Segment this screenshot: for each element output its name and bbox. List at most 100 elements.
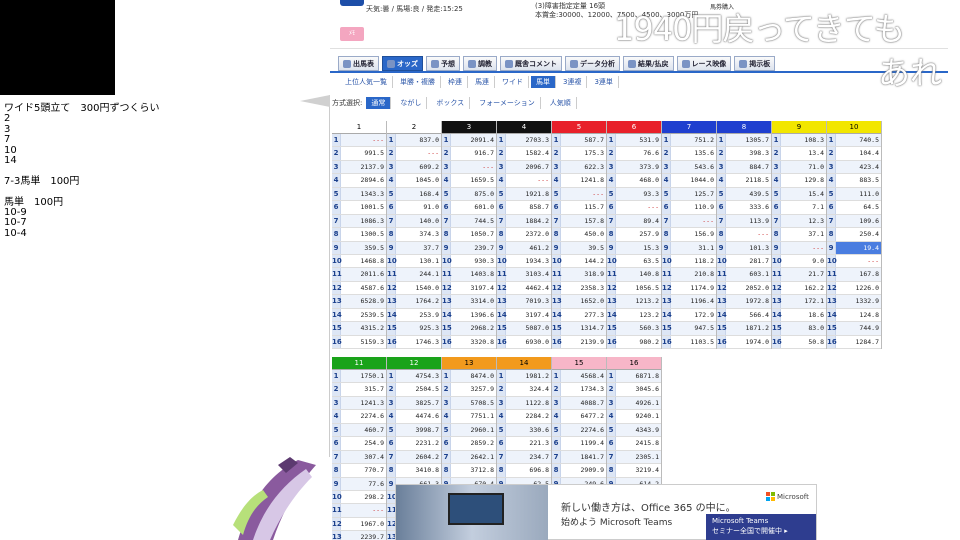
odds-value[interactable]: 1841.7 [561, 451, 606, 463]
odds-value[interactable]: 1750.1 [341, 370, 386, 382]
odds-row[interactable]: 8 1050.7 [442, 228, 496, 242]
odds-value[interactable]: 31.1 [671, 242, 716, 254]
odds-row[interactable]: 2 175.3 [552, 147, 606, 161]
odds-row[interactable]: 2 3045.6 [607, 383, 661, 397]
odds-value[interactable]: 2909.9 [561, 464, 606, 476]
odds-row[interactable]: 14 172.9 [662, 308, 716, 323]
odds-row[interactable]: 4 883.5 [827, 174, 881, 188]
odds-value[interactable]: 1972.8 [726, 295, 771, 307]
odds-value[interactable]: 108.3 [781, 134, 826, 146]
odds-row[interactable]: 2 398.3 [717, 147, 771, 161]
odds-row[interactable]: 16 1103.5 [662, 335, 716, 349]
odds-value[interactable]: 3045.6 [616, 383, 661, 395]
odds-row[interactable]: 16 980.2 [607, 335, 661, 349]
odds-value[interactable]: --- [341, 134, 386, 146]
odds-row[interactable]: 12 1967.0 [332, 517, 386, 532]
odds-value[interactable]: 1226.0 [836, 282, 881, 294]
odds-row[interactable]: 5 330.6 [497, 423, 551, 438]
odds-value[interactable]: --- [726, 228, 771, 240]
odds-row[interactable]: 10 1934.3 [497, 254, 551, 269]
odds-row[interactable]: 13 1332.9 [827, 295, 881, 309]
odds-row[interactable]: 13 172.1 [772, 295, 826, 309]
odds-row[interactable]: 5 1921.8 [497, 187, 551, 202]
odds-row[interactable]: 1 --- [332, 134, 386, 148]
odds-row[interactable]: 13 6528.9 [332, 295, 386, 309]
odds-value[interactable]: 6528.9 [341, 295, 386, 307]
odds-row[interactable]: 2 13.4 [772, 147, 826, 161]
odds-value[interactable]: 2274.6 [561, 424, 606, 436]
bet-type-tab[interactable]: 3連単 [589, 76, 619, 88]
odds-row[interactable]: 11 1403.8 [442, 268, 496, 282]
odds-value[interactable]: 3103.4 [506, 268, 551, 280]
odds-value[interactable]: --- [341, 504, 386, 516]
odds-row[interactable]: 9 19.4 [827, 241, 881, 255]
odds-row[interactable]: 2 3257.9 [442, 383, 496, 397]
odds-value[interactable]: 1044.0 [671, 174, 716, 186]
odds-value[interactable]: 4926.1 [616, 397, 661, 409]
odds-row[interactable]: 4 9240.1 [607, 410, 661, 424]
odds-row[interactable]: 13 1213.2 [607, 295, 661, 309]
odds-value[interactable]: 172.1 [781, 295, 826, 307]
odds-value[interactable]: 91.0 [396, 201, 441, 213]
odds-row[interactable]: 2 1582.4 [497, 147, 551, 161]
odds-value[interactable]: 4088.7 [561, 397, 606, 409]
odds-value[interactable]: 239.7 [451, 242, 496, 254]
odds-value[interactable]: 622.3 [561, 161, 606, 173]
odds-row[interactable]: 3 2096.7 [497, 160, 551, 175]
odds-value[interactable]: 740.5 [836, 134, 881, 146]
odds-value[interactable]: 1086.3 [341, 215, 386, 227]
odds-value[interactable]: 63.5 [616, 255, 661, 267]
odds-row[interactable]: 9 31.1 [662, 241, 716, 255]
odds-value[interactable]: 77.6 [341, 478, 386, 490]
odds-value[interactable]: 156.9 [671, 228, 716, 240]
odds-value[interactable]: 373.9 [616, 161, 661, 173]
odds-value[interactable]: 2011.6 [341, 268, 386, 280]
odds-row[interactable]: 10 130.1 [387, 254, 441, 269]
odds-value[interactable]: 168.4 [396, 188, 441, 200]
odds-value[interactable]: 543.6 [671, 161, 716, 173]
odds-row[interactable]: 3 622.3 [552, 160, 606, 175]
odds-row[interactable]: 7 12.3 [772, 214, 826, 229]
odds-row[interactable]: 7 307.4 [332, 450, 386, 465]
odds-value[interactable]: 144.2 [561, 255, 606, 267]
odds-row[interactable]: 3 1122.8 [497, 396, 551, 411]
odds-value[interactable]: 172.9 [671, 309, 716, 321]
odds-value[interactable]: 696.8 [506, 464, 551, 476]
odds-value[interactable]: 89.4 [616, 215, 661, 227]
odds-value[interactable]: 324.4 [506, 383, 551, 395]
odds-row[interactable]: 9 39.5 [552, 241, 606, 255]
odds-value[interactable]: 18.6 [781, 309, 826, 321]
odds-row[interactable]: 4 1659.5 [442, 174, 496, 188]
odds-value[interactable]: 2604.2 [396, 451, 441, 463]
odds-row[interactable]: 14 3197.4 [497, 308, 551, 323]
odds-row[interactable]: 12 2052.0 [717, 281, 771, 296]
odds-value[interactable]: 1056.5 [616, 282, 661, 294]
odds-row[interactable]: 3 5708.5 [442, 396, 496, 411]
odds-row[interactable]: 6 2415.8 [607, 437, 661, 451]
odds-value[interactable]: 37.1 [781, 228, 826, 240]
odds-value[interactable]: 162.2 [781, 282, 826, 294]
odds-row[interactable]: 16 50.8 [772, 335, 826, 349]
odds-row[interactable]: 15 83.0 [772, 322, 826, 336]
odds-row[interactable]: 9 461.2 [497, 241, 551, 255]
odds-value[interactable]: 603.1 [726, 268, 771, 280]
odds-value[interactable]: 109.6 [836, 215, 881, 227]
odds-row[interactable]: 5 168.4 [387, 187, 441, 202]
odds-row[interactable]: 9 15.3 [607, 241, 661, 255]
odds-value[interactable]: 140.0 [396, 215, 441, 227]
odds-value[interactable]: 4568.4 [561, 370, 606, 382]
mode-button[interactable]: ながし [395, 97, 428, 109]
odds-row[interactable]: 8 3410.8 [387, 464, 441, 478]
odds-value[interactable]: 6930.0 [506, 336, 551, 348]
odds-row[interactable]: 3 884.7 [717, 160, 771, 175]
odds-row[interactable]: 4 2284.2 [497, 410, 551, 424]
odds-row[interactable]: 6 2859.2 [442, 437, 496, 451]
odds-row[interactable]: 7 1884.2 [497, 214, 551, 229]
odds-value[interactable]: 21.7 [781, 268, 826, 280]
odds-row[interactable]: 11 140.8 [607, 268, 661, 282]
odds-value[interactable]: 4754.3 [396, 370, 441, 382]
odds-row[interactable]: 1 1981.2 [497, 370, 551, 384]
odds-row[interactable]: 2 104.4 [827, 147, 881, 161]
odds-row[interactable]: 4 4474.6 [387, 410, 441, 424]
odds-row[interactable]: 8 374.3 [387, 228, 441, 242]
